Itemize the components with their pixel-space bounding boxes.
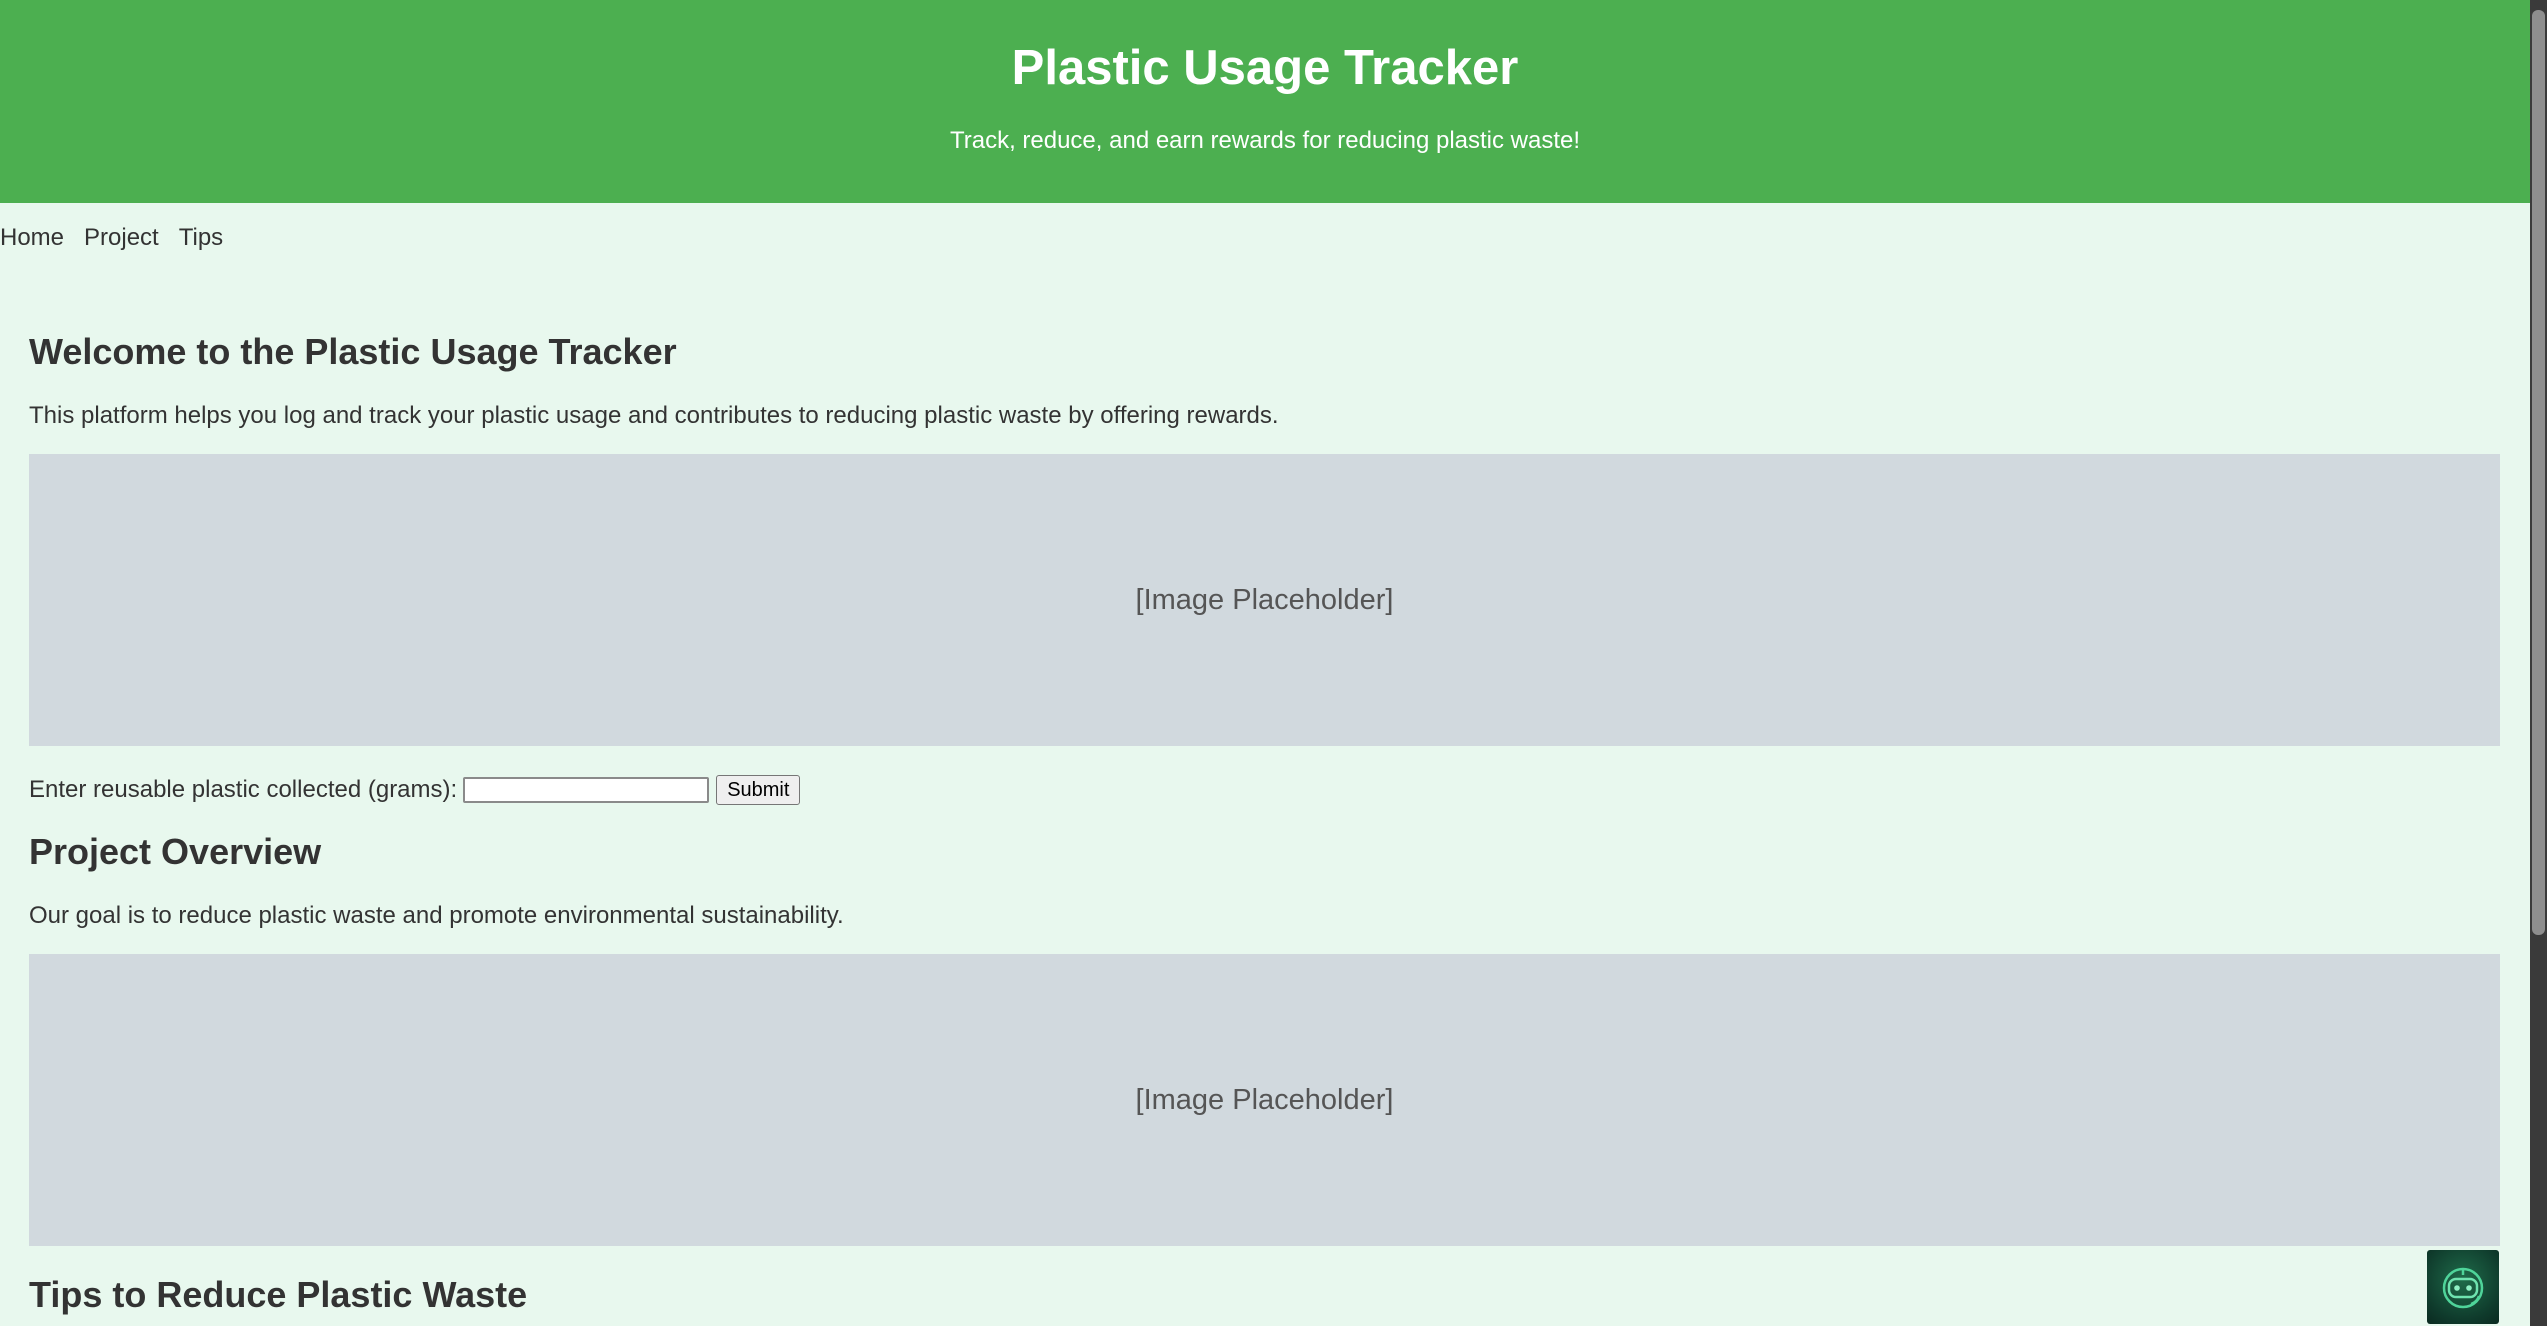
plastic-grams-label: Enter reusable plastic collected (grams)… xyxy=(29,776,458,803)
site-subtitle: Track, reduce, and earn rewards for redu… xyxy=(949,127,1581,154)
plastic-grams-input[interactable] xyxy=(463,777,710,803)
page: Plastic Usage Tracker Track, reduce, and… xyxy=(0,0,2530,1326)
main-nav: Home Project Tips xyxy=(0,222,243,254)
tips-heading: Tips to Reduce Plastic Waste xyxy=(29,1274,528,1315)
project-text: Our goal is to reduce plastic waste and … xyxy=(29,902,844,929)
welcome-heading: Welcome to the Plastic Usage Tracker xyxy=(29,331,677,372)
chatbot-button[interactable] xyxy=(2427,1250,2499,1324)
project-image-placeholder: [Image Placeholder] xyxy=(29,954,2500,1246)
image-placeholder-label: [Image Placeholder] xyxy=(1135,1083,1394,1116)
plastic-log-form: Enter reusable plastic collected (grams)… xyxy=(29,773,801,807)
robot-icon xyxy=(2442,1267,2484,1309)
site-header: Plastic Usage Tracker Track, reduce, and… xyxy=(0,0,2530,203)
scrollbar-thumb[interactable] xyxy=(2532,10,2545,935)
nav-link-tips[interactable]: Tips xyxy=(179,222,223,254)
nav-link-home[interactable]: Home xyxy=(0,222,64,254)
project-heading: Project Overview xyxy=(29,831,322,872)
vertical-scrollbar[interactable] xyxy=(2530,0,2547,1326)
welcome-text: This platform helps you log and track yo… xyxy=(29,402,1279,429)
welcome-image-placeholder: [Image Placeholder] xyxy=(29,454,2500,746)
submit-button[interactable]: Submit xyxy=(716,775,801,805)
nav-link-project[interactable]: Project xyxy=(84,222,159,254)
image-placeholder-label: [Image Placeholder] xyxy=(1135,583,1394,616)
site-title: Plastic Usage Tracker xyxy=(1011,41,1519,95)
